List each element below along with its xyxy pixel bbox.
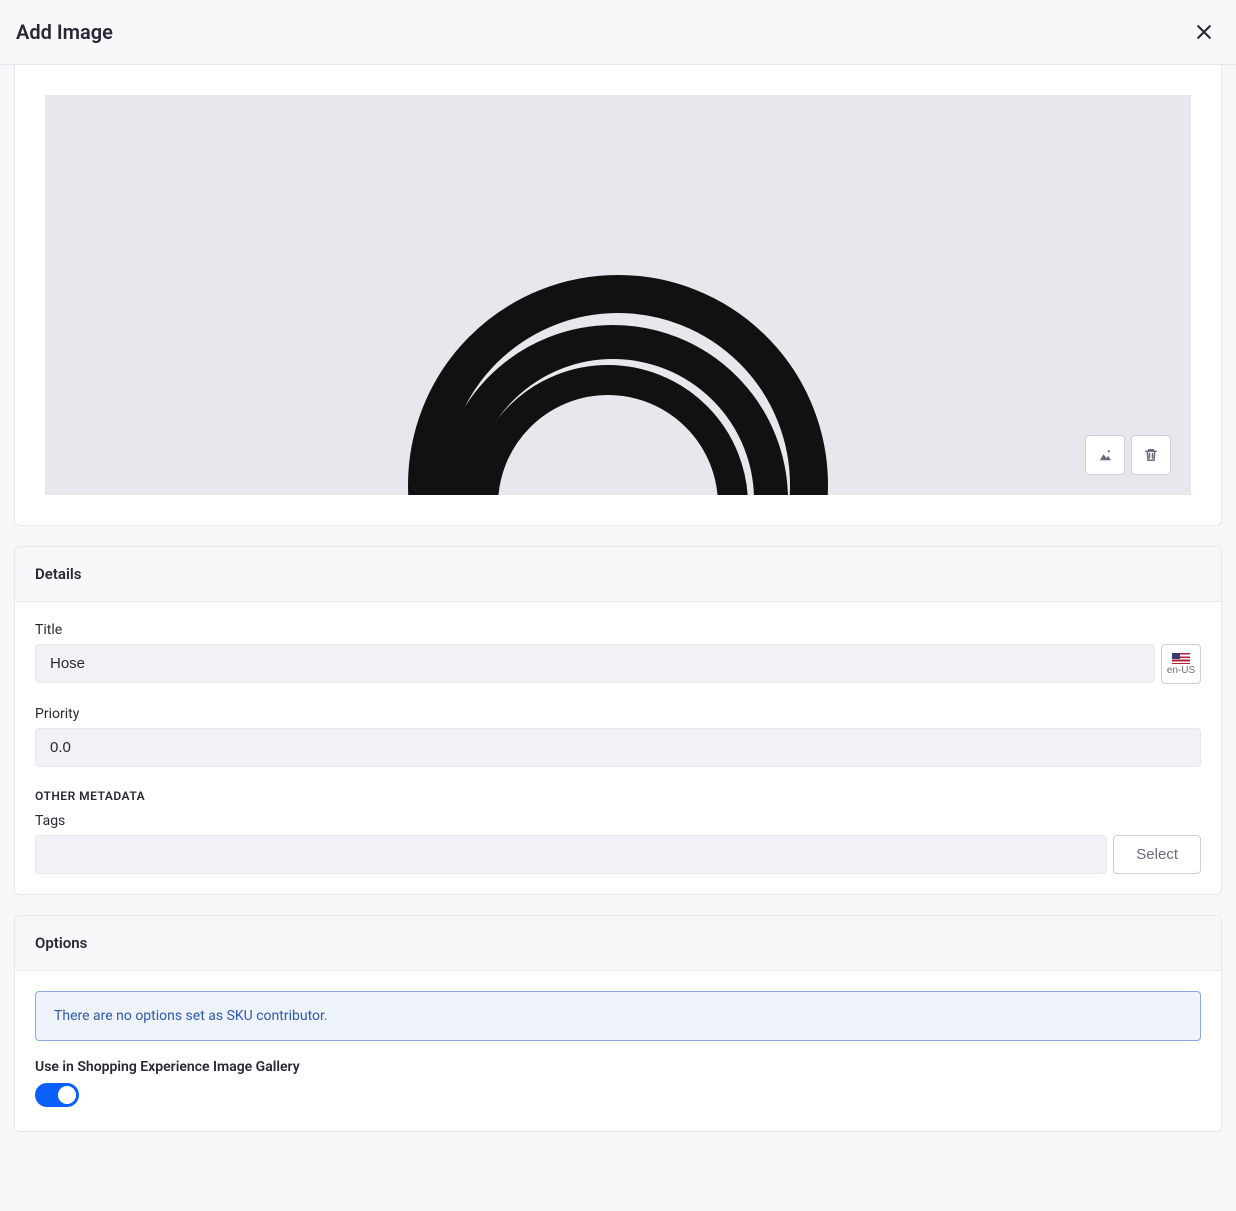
locale-button[interactable]: en-US [1161,644,1201,684]
tags-input[interactable] [35,835,1107,874]
priority-label: Priority [35,706,1201,722]
image-preview [45,95,1191,495]
image-actions [1085,435,1171,475]
modal-header: Add Image [0,0,1236,65]
options-heading: Options [15,916,1221,971]
gallery-toggle-label: Use in Shopping Experience Image Gallery [35,1059,1201,1075]
delete-image-button[interactable] [1131,435,1171,475]
gallery-toggle-field: Use in Shopping Experience Image Gallery [35,1059,1201,1111]
other-metadata-label: OTHER METADATA [35,789,1201,803]
flag-us-icon [1172,653,1190,664]
details-panel: Details Title en-US Priority OTHER METAD… [14,546,1222,895]
image-preview-wrap [15,65,1221,525]
picture-icon [1096,446,1114,464]
priority-field: Priority [35,706,1201,767]
options-panel: Options There are no options set as SKU … [14,915,1222,1132]
tags-select-button[interactable]: Select [1113,835,1201,874]
title-input[interactable] [35,644,1155,683]
toggle-knob [58,1086,76,1104]
title-label: Title [35,622,1201,638]
image-preview-panel [14,65,1222,526]
modal-content: Details Title en-US Priority OTHER METAD… [0,65,1236,1146]
close-icon [1194,22,1214,42]
modal-title: Add Image [16,20,113,44]
priority-input[interactable] [35,728,1201,767]
no-options-banner: There are no options set as SKU contribu… [35,991,1201,1041]
locale-code: en-US [1167,665,1195,676]
title-field: Title en-US [35,622,1201,684]
tags-field: Tags Select [35,813,1201,874]
details-heading: Details [15,547,1221,602]
product-image [368,275,868,495]
options-body: There are no options set as SKU contribu… [15,971,1221,1131]
trash-icon [1142,446,1160,464]
close-button[interactable] [1188,16,1220,48]
details-body: Title en-US Priority OTHER METADATA Tags [15,602,1221,894]
change-image-button[interactable] [1085,435,1125,475]
gallery-toggle[interactable] [35,1083,79,1107]
tags-label: Tags [35,813,1201,829]
